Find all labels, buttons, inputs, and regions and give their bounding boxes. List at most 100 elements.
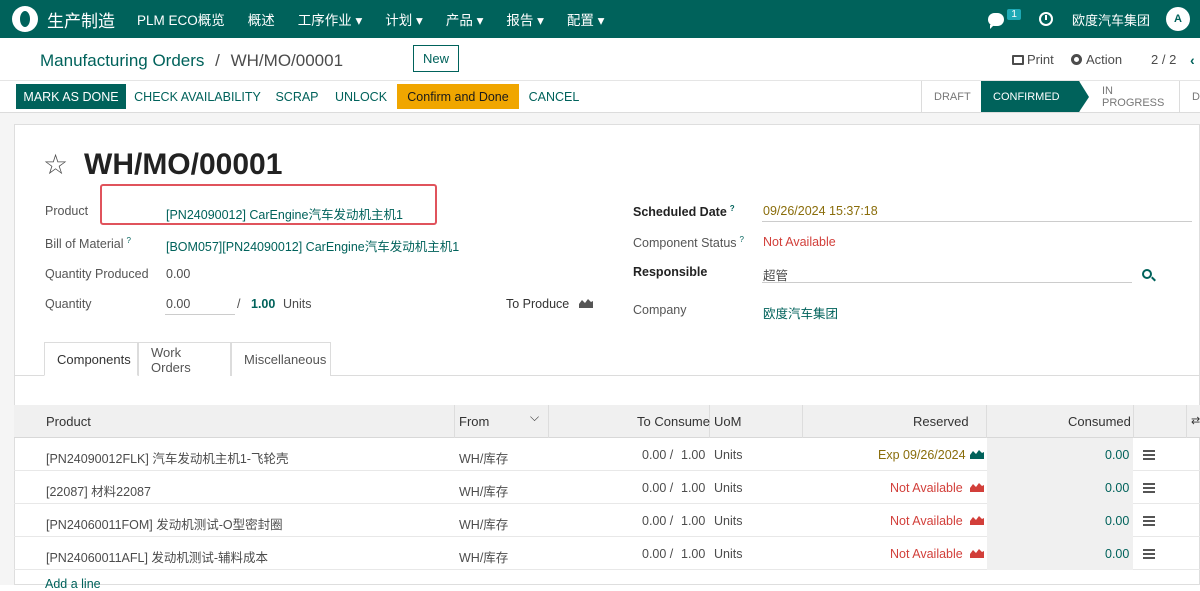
- row-uom: Units: [714, 547, 743, 561]
- control-panel: Manufacturing Orders / WH/MO/00001 New P…: [0, 38, 1200, 81]
- column-separator: [802, 405, 803, 438]
- favorite-star-icon[interactable]: ☆: [43, 151, 68, 179]
- table-row[interactable]: [14, 471, 1200, 504]
- breadcrumb-separator: /: [215, 51, 220, 70]
- row-product[interactable]: [PN24060011FOM] 发动机测试-O型密封圈: [46, 514, 283, 533]
- to-produce-label: To Produce: [506, 297, 570, 311]
- row-product[interactable]: [PN24090012FLK] 汽车发动机主机1-飞轮壳: [46, 448, 288, 467]
- app-logo-icon[interactable]: [12, 6, 38, 32]
- menu-reporting[interactable]: 报告 ▾: [506, 9, 544, 29]
- row-product[interactable]: [PN24060011AFL] 发动机测试-辅料成本: [46, 547, 268, 566]
- detailed-operations-icon[interactable]: [1143, 516, 1155, 526]
- top-navbar: 生产制造 PLM ECO概览 概述 工序作业 ▾ 计划 ▾ 产品 ▾ 报告 ▾ …: [0, 0, 1200, 38]
- stage-done[interactable]: DO: [1179, 81, 1200, 112]
- record-title: WH/MO/00001: [84, 148, 283, 181]
- stage-confirmed[interactable]: CONFIRMED: [981, 81, 1089, 112]
- quantity-input-underline: [165, 314, 235, 315]
- forecast-chart-icon[interactable]: [579, 298, 593, 308]
- check-availability-button[interactable]: CHECK AVAILABILITY: [130, 84, 265, 109]
- row-reserved: Not Available: [890, 547, 963, 561]
- row-reserved: Exp 09/26/2024: [878, 448, 966, 462]
- scheduled-date-help-icon[interactable]: ?: [730, 204, 735, 213]
- row-consumed[interactable]: 0.00: [1105, 547, 1129, 561]
- component-status-label-text: Component Status: [633, 236, 737, 251]
- detailed-operations-icon[interactable]: [1143, 549, 1155, 559]
- component-status-label: Component Status?: [633, 235, 744, 250]
- row-from[interactable]: WH/库存: [459, 514, 508, 533]
- column-header-from[interactable]: From: [459, 414, 489, 429]
- add-line-link[interactable]: Add a line: [45, 577, 101, 591]
- menu-planning[interactable]: 计划 ▾: [385, 9, 423, 29]
- row-uom: Units: [714, 448, 743, 462]
- chat-icon[interactable]: [988, 12, 1005, 29]
- menu-plm-eco[interactable]: PLM ECO概览: [137, 9, 225, 29]
- cancel-button[interactable]: CANCEL: [524, 84, 584, 109]
- optional-columns-icon[interactable]: ⇄: [1191, 414, 1200, 427]
- menu-overview[interactable]: 概述: [248, 9, 275, 29]
- search-icon[interactable]: [1142, 269, 1152, 279]
- print-icon: [1012, 54, 1024, 65]
- tab-components[interactable]: Components: [44, 342, 138, 376]
- bom-label: Bill of Material?: [45, 236, 131, 251]
- bom-help-icon[interactable]: ?: [127, 236, 131, 245]
- new-button[interactable]: New: [413, 45, 459, 72]
- row-from[interactable]: WH/库存: [459, 448, 508, 467]
- column-header-to-consume[interactable]: To Consume: [637, 414, 710, 429]
- company-label: Company: [633, 303, 687, 317]
- scheduled-date-label-text: Scheduled Date: [633, 205, 727, 220]
- scheduled-date-label: Scheduled Date?: [633, 204, 735, 219]
- menu-configuration[interactable]: 配置 ▾: [567, 9, 605, 29]
- breadcrumb-parent[interactable]: Manufacturing Orders: [40, 51, 204, 70]
- row-to-consume-total: 1.00: [681, 481, 706, 495]
- row-consumed[interactable]: 0.00: [1105, 481, 1129, 495]
- column-separator: [986, 405, 987, 438]
- stage-draft[interactable]: DRAFT: [921, 81, 981, 112]
- column-header-product[interactable]: Product: [46, 414, 91, 429]
- product-label: Product: [45, 204, 89, 218]
- print-button[interactable]: Print: [1012, 52, 1054, 67]
- mark-as-done-button[interactable]: MARK AS DONE: [16, 84, 126, 109]
- bom-field[interactable]: [BOM057][PN24090012] CarEngine汽车发动机主机1: [166, 236, 459, 255]
- quantity-unit: Units: [283, 297, 312, 311]
- column-header-consumed[interactable]: Consumed: [1068, 414, 1131, 429]
- breadcrumb: Manufacturing Orders / WH/MO/00001: [40, 51, 343, 71]
- quantity-total: 1.00: [251, 297, 276, 311]
- row-consumed[interactable]: 0.00: [1105, 448, 1129, 462]
- app-name[interactable]: 生产制造: [47, 7, 115, 32]
- confirm-and-done-button[interactable]: Confirm and Done: [397, 84, 519, 109]
- company-switcher[interactable]: 欧度汽车集团: [1072, 10, 1150, 29]
- chevron-down-icon[interactable]: ⌵: [530, 410, 539, 425]
- stage-in-progress[interactable]: IN PROGRESS: [1079, 81, 1179, 112]
- menu-products[interactable]: 产品 ▾: [446, 9, 484, 29]
- detailed-operations-icon[interactable]: [1143, 450, 1155, 460]
- row-from[interactable]: WH/库存: [459, 547, 508, 566]
- forecast-chart-icon[interactable]: [970, 482, 984, 492]
- company-field[interactable]: 欧度汽车集团: [763, 303, 838, 322]
- row-to-consume: 0.00 /: [642, 514, 674, 528]
- forecast-chart-icon[interactable]: [970, 548, 984, 558]
- menu-operations[interactable]: 工序作业 ▾: [298, 9, 363, 29]
- quantity-input[interactable]: 0.00: [166, 297, 190, 311]
- tab-miscellaneous[interactable]: Miscellaneous: [231, 342, 331, 376]
- unlock-button[interactable]: UNLOCK: [330, 84, 392, 109]
- forecast-chart-icon[interactable]: [970, 449, 984, 459]
- pager-previous-icon[interactable]: ‹: [1190, 52, 1195, 68]
- row-to-consume: 0.00 /: [642, 547, 674, 561]
- column-header-reserved[interactable]: Reserved: [913, 414, 969, 429]
- row-consumed[interactable]: 0.00: [1105, 514, 1129, 528]
- column-header-uom[interactable]: UoM: [714, 414, 741, 429]
- forecast-chart-icon[interactable]: [970, 515, 984, 525]
- detailed-operations-icon[interactable]: [1143, 483, 1155, 493]
- activity-clock-icon[interactable]: [1038, 12, 1053, 26]
- row-from[interactable]: WH/库存: [459, 481, 508, 500]
- scrap-button[interactable]: SCRAP: [270, 84, 324, 109]
- user-avatar[interactable]: A: [1166, 7, 1190, 31]
- table-header: [14, 405, 1200, 438]
- scheduled-date-field[interactable]: 09/26/2024 15:37:18: [763, 204, 878, 218]
- component-status-help-icon[interactable]: ?: [740, 235, 744, 244]
- action-button[interactable]: Action: [1071, 52, 1122, 67]
- row-product[interactable]: [22087] 材料22087: [46, 481, 151, 500]
- tab-work-orders[interactable]: Work Orders: [138, 342, 231, 376]
- product-field[interactable]: [PN24090012] CarEngine汽车发动机主机1: [166, 204, 403, 223]
- row-reserved: Not Available: [890, 514, 963, 528]
